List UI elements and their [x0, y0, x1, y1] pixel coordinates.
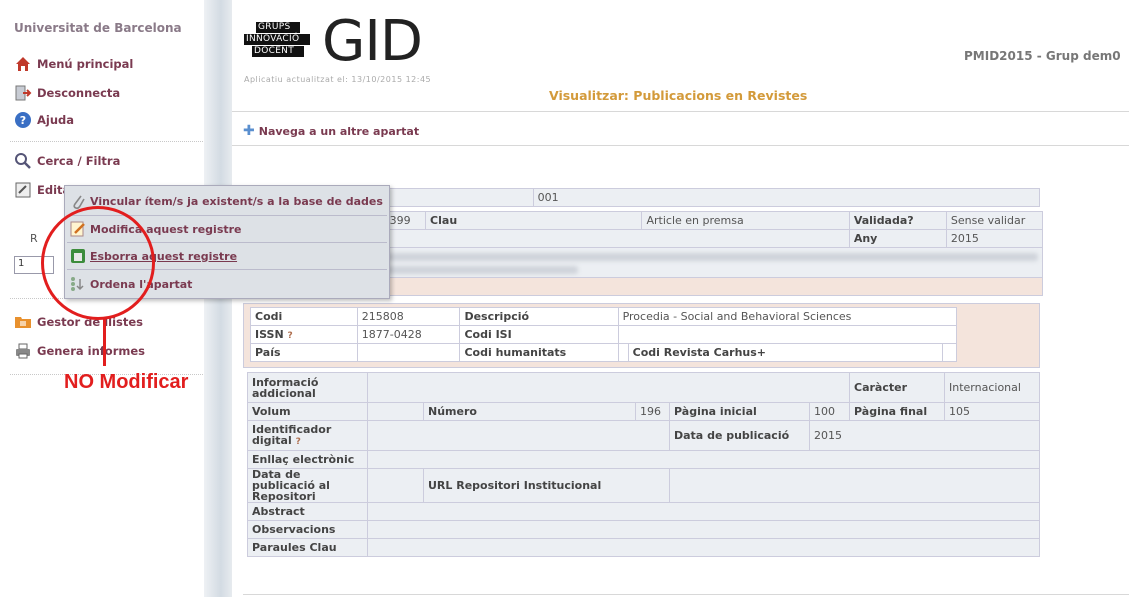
logo-line: GRUPS — [256, 22, 300, 33]
codi-hum-label: Codi humanitats — [459, 343, 619, 362]
info-label: Informació addicional — [247, 372, 368, 403]
codi-carhus-label: Codi Revista Carhus+ — [627, 343, 943, 362]
enllac-label: Enllaç electrònic — [247, 450, 368, 469]
ident-label: Identificador digital — [252, 422, 332, 447]
update-date: Aplicatiu actualitzat el: 13/10/2015 12:… — [244, 75, 432, 84]
obs-label: Observacions — [247, 520, 368, 539]
divider — [232, 111, 1129, 112]
data-pub-label: Data de publicació — [669, 420, 810, 451]
sidebar-item-help[interactable]: ? Ajuda — [14, 111, 74, 129]
sidebar-item-label: Genera informes — [37, 344, 145, 358]
codi-hum-value — [617, 343, 629, 362]
obs-value — [367, 520, 1040, 539]
plus-icon: ✚ — [243, 123, 255, 139]
data-rep-label: Data de publicació al Repositori — [247, 468, 368, 503]
university-title: Universitat de Barcelona — [14, 21, 182, 35]
sidebar-item-reports[interactable]: Genera informes — [14, 342, 145, 360]
pag-fin-value: 105 — [944, 402, 1040, 421]
blurred-text — [338, 252, 1038, 261]
codi-label: Codi — [250, 307, 358, 326]
abstract-label: Abstract — [247, 502, 368, 521]
descripcio-label: Descripció — [459, 307, 619, 326]
sidebar-item-logout[interactable]: Desconnecta — [14, 84, 120, 102]
numero-value: 196 — [635, 402, 670, 421]
any-label: Any — [848, 229, 947, 248]
edit-page-icon — [14, 181, 32, 199]
sidebar-divider — [10, 141, 205, 142]
numero-label: Número — [423, 402, 636, 421]
pais-label: País — [250, 343, 358, 362]
divider — [243, 594, 1129, 595]
details-table: Informació addicional Caràcter Internaci… — [247, 372, 1040, 557]
annotation-label: NO Modificar — [64, 371, 189, 393]
logout-icon — [14, 84, 32, 102]
logo-line: DOCENT — [252, 46, 304, 57]
issn-label-cell: ISSN ? — [250, 325, 358, 344]
codi-isi-value — [617, 325, 958, 344]
caracter-value: Internacional — [944, 372, 1040, 403]
codi-carhus-value — [941, 343, 958, 362]
info-value — [367, 372, 850, 403]
volum-label: Volum — [247, 402, 368, 421]
journal-table: Codi 215808 Descripció Procedia - Social… — [250, 307, 958, 362]
any-value: 2015 — [945, 229, 1044, 248]
logo-line: INNOVACIÓ — [244, 34, 310, 45]
data-pub-value: 2015 — [809, 420, 1040, 451]
ident-value — [367, 420, 670, 451]
page-title: Visualitzar: Publicacions en Revistes — [549, 88, 808, 103]
codi-isi-label: Codi ISI — [459, 325, 619, 344]
search-icon — [14, 152, 32, 170]
help-icon: ? — [14, 111, 32, 129]
home-icon — [14, 55, 32, 73]
gid-logo: GRUPS INNOVACIÓ DOCENT — [244, 22, 310, 58]
sidebar-item-search[interactable]: Cerca / Filtra — [14, 152, 120, 170]
descripcio-value: Procedia - Social and Behavioral Science… — [617, 307, 958, 326]
paraules-value — [367, 538, 1040, 557]
pag-ini-label: Pàgina inicial — [669, 402, 810, 421]
sidebar-item-edit[interactable]: Edita — [14, 181, 70, 199]
record-code: 001 — [532, 188, 1041, 207]
caracter-label: Caràcter — [849, 372, 945, 403]
logo-big-text: GID — [322, 9, 423, 74]
pais-value — [356, 343, 461, 362]
issn-value: 1877-0428 — [356, 325, 461, 344]
svg-text:?: ? — [20, 114, 26, 127]
navigate-link[interactable]: ✚ Navega a un altre apartat — [243, 123, 419, 139]
folder-icon — [14, 313, 32, 331]
pag-fin-label: Pàgina final — [849, 402, 945, 421]
issn-label: ISSN — [255, 328, 284, 341]
validada-value: Sense validar — [945, 211, 1044, 230]
ident-label-cell: Identificador digital ? — [247, 420, 368, 451]
abstract-value — [367, 502, 1040, 521]
sidebar-item-label: Menú principal — [37, 57, 134, 71]
annotation-line — [103, 318, 106, 366]
validada-label: Validada? — [848, 211, 947, 230]
navigate-link-label: Navega a un altre apartat — [258, 124, 420, 138]
sidebar-small-label: R — [30, 232, 38, 245]
pag-ini-value: 100 — [809, 402, 850, 421]
record-id: 399 — [384, 211, 427, 230]
paraules-label: Paraules Clau — [247, 538, 368, 557]
sidebar-item-label: Ajuda — [37, 113, 75, 127]
enllac-value — [367, 450, 1040, 469]
data-rep-value — [367, 468, 424, 503]
divider — [232, 145, 1129, 146]
url-rep-label: URL Repositori Institucional — [423, 468, 670, 503]
annotation-circle — [41, 206, 155, 320]
project-title: PMID2015 - Grup dem0 — [964, 49, 1121, 63]
popup-item-label: Vincular ítem/s ja existent/s a la base … — [90, 194, 383, 208]
clau-label: Clau — [425, 211, 643, 230]
clau-value: Article en premsa — [641, 211, 850, 230]
help-icon[interactable]: ? — [296, 437, 301, 447]
popup-item-link-existing[interactable]: Vincular ítem/s ja existent/s a la base … — [69, 192, 383, 210]
sidebar-item-main-menu[interactable]: Menú principal — [14, 55, 133, 73]
printer-icon — [14, 342, 32, 360]
help-icon[interactable]: ? — [288, 331, 293, 341]
codi-value: 215808 — [356, 307, 461, 326]
url-rep-value — [669, 468, 1040, 503]
sidebar-item-label: Cerca / Filtra — [37, 154, 121, 168]
sidebar-item-label: Desconnecta — [37, 86, 121, 100]
volum-value — [367, 402, 424, 421]
